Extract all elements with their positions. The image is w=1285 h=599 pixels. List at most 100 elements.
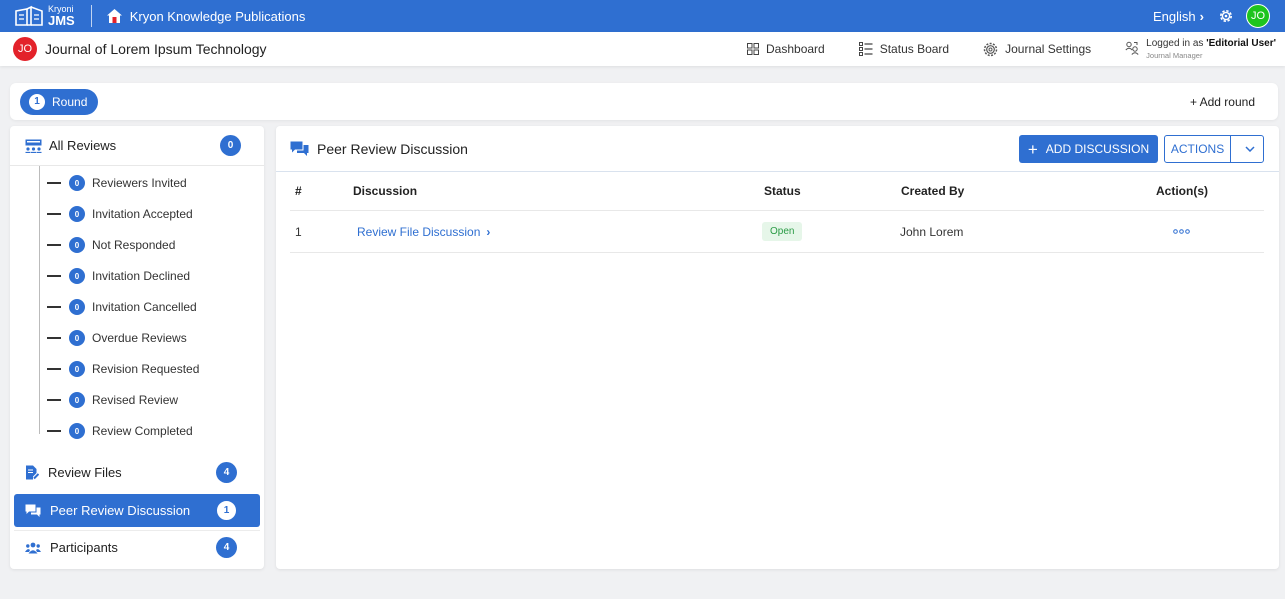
book-logo-icon <box>15 5 43 26</box>
sub-item-label: Reviewers Invited <box>92 176 187 190</box>
column-header-actions: Action(s) <box>1156 184 1208 198</box>
sidebar-item-revision-requested[interactable]: 0 Revision Requested <box>47 359 199 379</box>
header-divider <box>90 5 92 27</box>
sub-item-label: Revision Requested <box>92 362 200 376</box>
login-user: 'Editorial User' <box>1206 38 1276 50</box>
table-row: 1 Review File Discussion › Open John Lor… <box>290 211 1264 253</box>
panel-title: Peer Review Discussion <box>317 140 468 157</box>
review-files-label: Review Files <box>48 465 122 480</box>
people-icon <box>25 542 41 553</box>
sidebar-item-revised-review[interactable]: 0 Revised Review <box>47 390 178 410</box>
sub-item-label: Not Responded <box>92 238 176 252</box>
user-avatar[interactable]: JO <box>1246 4 1270 28</box>
login-role: Journal Manager <box>1146 50 1203 60</box>
plus-icon: + <box>1027 139 1038 159</box>
round-label: Round <box>52 94 88 109</box>
status-badge: Open <box>762 222 803 241</box>
row-actions-menu[interactable] <box>1173 211 1190 252</box>
journal-bar: JO Journal of Lorem Ipsum Technology Das… <box>0 32 1285 66</box>
app-logo[interactable]: Kryoni JMS <box>14 0 75 32</box>
language-selector[interactable]: English › <box>1153 9 1204 24</box>
round-number: 1 <box>29 93 45 110</box>
journal-avatar-initials: JO <box>17 43 33 55</box>
chevron-down-icon[interactable] <box>1231 146 1263 152</box>
round-bar: 1 Round + Add round <box>10 83 1278 120</box>
sidebar-item-reviewers-invited[interactable]: 0 Reviewers Invited <box>47 173 187 193</box>
sidebar-item-review-completed[interactable]: 0 Review Completed <box>47 421 193 441</box>
column-header-status: Status <box>764 184 801 198</box>
reviews-board-icon <box>25 139 42 153</box>
settings-gear-icon <box>983 42 998 56</box>
add-discussion-label: ADD DISCUSSION <box>1045 142 1150 156</box>
home-icon <box>106 9 122 23</box>
journal-avatar: JO <box>13 37 37 61</box>
review-files-count: 4 <box>216 462 237 483</box>
round-tab[interactable]: 1 Round <box>20 88 99 115</box>
column-header-number: # <box>295 184 302 198</box>
column-header-discussion: Discussion <box>353 184 418 198</box>
sidebar-item-overdue-reviews[interactable]: 0 Overdue Reviews <box>47 328 187 348</box>
created-by: John Lorem <box>900 224 964 239</box>
all-reviews-label: All Reviews <box>49 138 117 153</box>
logo-bottom-text: JMS <box>48 13 75 28</box>
actions-label: ACTIONS <box>1170 142 1225 156</box>
nav-journal-settings[interactable]: Journal Settings <box>983 42 1091 57</box>
peer-review-count: 1 <box>216 500 237 521</box>
sub-item-label: Revised Review <box>92 393 179 407</box>
sub-item-count: 0 <box>69 361 85 377</box>
peer-review-panel: Peer Review Discussion + ADD DISCUSSION … <box>276 126 1279 569</box>
sidebar-item-peer-review-discussion[interactable]: Peer Review Discussion 1 <box>14 494 260 527</box>
user-switch-icon <box>1125 41 1139 55</box>
sub-item-count: 0 <box>69 268 85 284</box>
add-round-button[interactable]: + Add round <box>1190 95 1255 109</box>
add-discussion-button[interactable]: + ADD DISCUSSION <box>1019 135 1158 163</box>
panel-header: Peer Review Discussion + ADD DISCUSSION … <box>276 126 1279 172</box>
sub-item-count: 0 <box>69 423 85 439</box>
chevron-right-icon: › <box>486 224 491 239</box>
chat-bubbles-icon <box>25 504 41 517</box>
user-avatar-initials: JO <box>1250 10 1266 22</box>
peer-review-label: Peer Review Discussion <box>50 503 191 518</box>
nav-dashboard-label: Dashboard <box>766 42 825 56</box>
language-label: English <box>1153 8 1196 24</box>
sidebar-item-review-files[interactable]: Review Files 4 <box>14 456 260 489</box>
chevron-right-icon: › <box>1199 8 1204 24</box>
more-options-icon <box>1173 229 1190 234</box>
login-prefix: Logged in as <box>1146 38 1207 50</box>
sidebar-item-all-reviews[interactable]: All Reviews 0 <box>10 126 264 166</box>
nav-journal-settings-label: Journal Settings <box>1005 42 1092 56</box>
sub-item-count: 0 <box>69 299 85 315</box>
org-link[interactable]: Kryon Knowledge Publications <box>106 8 305 24</box>
sub-item-count: 0 <box>69 206 85 222</box>
nav-status-board-label: Status Board <box>879 42 950 56</box>
file-edit-icon <box>26 465 39 480</box>
review-sidebar: All Reviews 0 0 Reviewers Invited 0 Invi… <box>10 126 264 569</box>
review-status-tree: 0 Reviewers Invited 0 Invitation Accepte… <box>39 166 264 439</box>
sub-item-label: Overdue Reviews <box>92 331 187 345</box>
sub-item-count: 0 <box>69 330 85 346</box>
app-header-bar: Kryoni JMS Kryon Knowledge Publications … <box>0 0 1285 32</box>
sidebar-item-invitation-cancelled[interactable]: 0 Invitation Cancelled <box>47 297 197 317</box>
sidebar-item-invitation-accepted[interactable]: 0 Invitation Accepted <box>47 204 193 224</box>
tree-connector-line <box>39 166 40 434</box>
gear-icon[interactable] <box>1218 8 1234 24</box>
row-number: 1 <box>295 224 302 239</box>
nav-dashboard[interactable]: Dashboard <box>747 42 825 56</box>
sub-item-label: Invitation Declined <box>92 269 191 283</box>
sub-item-count: 0 <box>69 175 85 191</box>
sidebar-item-participants[interactable]: Participants 4 <box>14 531 260 564</box>
participants-count: 4 <box>216 537 237 558</box>
actions-dropdown[interactable]: ACTIONS <box>1164 135 1264 163</box>
journal-title: Journal of Lorem Ipsum Technology <box>45 41 267 57</box>
sub-item-count: 0 <box>69 237 85 253</box>
discussion-title: Review File Discussion <box>357 224 481 239</box>
nav-status-board[interactable]: Status Board <box>858 42 950 56</box>
sub-item-count: 0 <box>69 392 85 408</box>
logged-in-user[interactable]: Logged in as 'Editorial User' Journal Ma… <box>1125 38 1276 60</box>
participants-label: Participants <box>50 540 118 555</box>
sub-item-label: Invitation Accepted <box>92 207 193 221</box>
chat-bubbles-icon <box>290 141 309 156</box>
sidebar-item-invitation-declined[interactable]: 0 Invitation Declined <box>47 266 190 286</box>
sidebar-item-not-responded[interactable]: 0 Not Responded <box>47 235 175 255</box>
discussion-link[interactable]: Review File Discussion › <box>357 211 490 252</box>
